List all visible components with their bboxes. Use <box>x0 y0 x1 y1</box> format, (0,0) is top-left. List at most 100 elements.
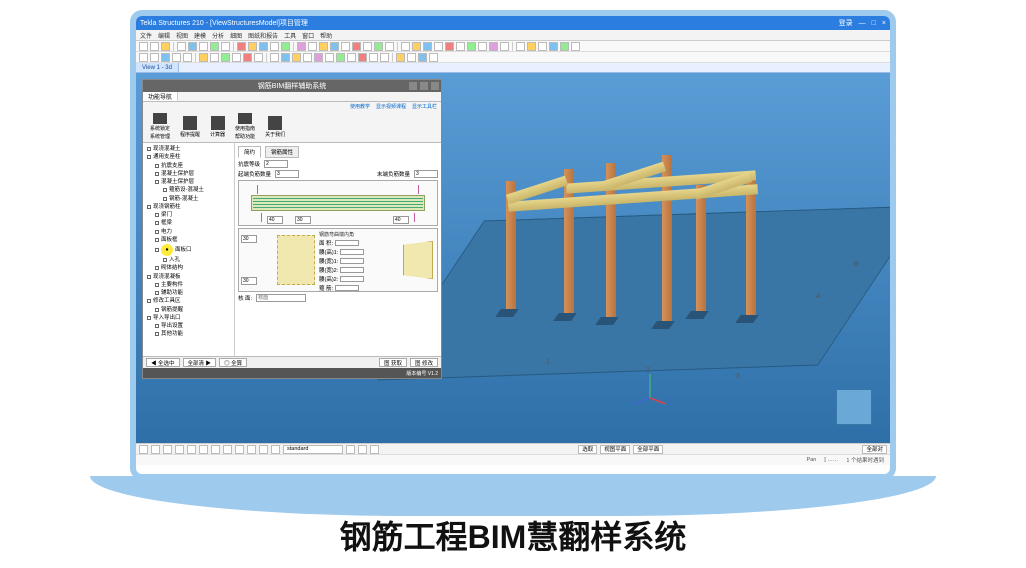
menu-help[interactable]: 帮助 <box>320 31 332 40</box>
tree-node[interactable]: 主要构件 <box>145 281 232 289</box>
tool-btn[interactable] <box>325 53 334 62</box>
btn-calcall[interactable]: ◎ 全算 <box>219 358 247 367</box>
tool-btn[interactable] <box>363 42 372 51</box>
menu-tool[interactable]: 工具 <box>284 31 296 40</box>
menu-detail[interactable]: 细图 <box>230 31 242 40</box>
sb-icon[interactable] <box>187 445 196 454</box>
btn-select[interactable]: 选取 <box>578 445 597 454</box>
tool-btn[interactable] <box>254 53 263 62</box>
sb-icon[interactable] <box>151 445 160 454</box>
tree-node[interactable]: 通用支座柱 <box>145 153 232 161</box>
btn-pick[interactable]: 图 获取 <box>379 358 407 367</box>
btn-clearall[interactable]: 全部清 ▶ <box>183 358 217 367</box>
tool-btn[interactable] <box>429 53 438 62</box>
tool-btn[interactable] <box>407 53 416 62</box>
combo-standard[interactable]: standard <box>283 445 343 454</box>
tool-btn[interactable] <box>352 42 361 51</box>
tool-btn[interactable] <box>358 53 367 62</box>
tool-btn[interactable] <box>418 53 427 62</box>
btn-allpair[interactable]: 全部对 <box>862 445 887 454</box>
tree-node[interactable]: 现浇混凝板 <box>145 273 232 281</box>
tool-btn[interactable] <box>259 42 268 51</box>
ribbon-lock[interactable]: 系统锁定系统管理 <box>147 113 173 140</box>
panel-tree[interactable]: 现浇混凝土通用支座柱抗震支座混凝土保护层混凝土保护层箍筋设-混凝土钢筋-混凝土现… <box>143 143 235 356</box>
sb-icon[interactable] <box>259 445 268 454</box>
tool-btn[interactable] <box>161 53 170 62</box>
window-titlebar[interactable]: Tekla Structures 210 - [ViewStructuresMo… <box>136 16 890 30</box>
dim-d4[interactable] <box>241 235 257 243</box>
tool-btn[interactable] <box>374 42 383 51</box>
tool-btn[interactable] <box>538 42 547 51</box>
tool-btn[interactable] <box>401 42 410 51</box>
btn-modify[interactable]: 图 修改 <box>410 358 438 367</box>
user-label[interactable]: 登录 <box>839 18 853 28</box>
tool-btn[interactable] <box>270 42 279 51</box>
tool-btn[interactable] <box>396 53 405 62</box>
tool-btn[interactable] <box>380 53 389 62</box>
tool-btn[interactable] <box>183 53 192 62</box>
btn-selectall[interactable]: ◀ 全选中 <box>146 358 180 367</box>
tool-btn[interactable] <box>456 42 465 51</box>
menu-window[interactable]: 窗口 <box>302 31 314 40</box>
tool-btn[interactable] <box>445 42 454 51</box>
param-input[interactable] <box>340 267 364 273</box>
tree-node[interactable]: 辅助功能 <box>145 289 232 297</box>
param-input[interactable] <box>340 249 364 255</box>
tool-btn[interactable] <box>232 53 241 62</box>
sb-icon[interactable] <box>223 445 232 454</box>
tool-btn[interactable] <box>243 53 252 62</box>
tool-btn[interactable] <box>161 42 170 51</box>
tool-btn[interactable] <box>500 42 509 51</box>
tree-node[interactable]: 修改工具区 <box>145 297 232 305</box>
tool-btn[interactable] <box>319 42 328 51</box>
tool-btn[interactable] <box>336 53 345 62</box>
tool-btn[interactable] <box>308 42 317 51</box>
menu-model[interactable]: 建模 <box>194 31 206 40</box>
tool-btn[interactable] <box>314 53 323 62</box>
btn-viewplane[interactable]: 视图平面 <box>600 445 630 454</box>
viewcube[interactable] <box>836 389 872 425</box>
sb-icon[interactable] <box>235 445 244 454</box>
sb-icon[interactable] <box>211 445 220 454</box>
tool-btn[interactable] <box>297 42 306 51</box>
min-icon[interactable]: — <box>859 20 866 27</box>
input-startbars[interactable] <box>275 170 299 178</box>
tree-node[interactable]: 钢筋-混凝土 <box>145 195 232 203</box>
tree-node[interactable]: 导出设置 <box>145 322 232 330</box>
tool-btn[interactable] <box>177 42 186 51</box>
panel-tab-nav[interactable]: 功能导航 <box>143 92 178 101</box>
tool-btn[interactable] <box>560 42 569 51</box>
dim-d2[interactable] <box>295 216 311 224</box>
dim-d5[interactable] <box>241 277 257 285</box>
tool-btn[interactable] <box>150 42 159 51</box>
tool-btn[interactable] <box>341 42 350 51</box>
help-toolbar[interactable]: 显示工具栏 <box>412 103 437 110</box>
panel-min-icon[interactable] <box>409 82 417 90</box>
tool-btn[interactable] <box>303 53 312 62</box>
param-input[interactable] <box>340 276 364 282</box>
sb-icon[interactable] <box>346 445 355 454</box>
menu-edit[interactable]: 编辑 <box>158 31 170 40</box>
tree-node[interactable]: 电力 <box>145 228 232 236</box>
max-icon[interactable]: □ <box>872 20 876 27</box>
tree-node[interactable]: 其他功能 <box>145 330 232 338</box>
subtab-simple[interactable]: 简约 <box>238 146 261 158</box>
ribbon-about[interactable]: 关于我们 <box>262 113 288 140</box>
tree-node[interactable]: 砌体结构 <box>145 264 232 272</box>
tool-btn[interactable] <box>516 42 525 51</box>
tool-btn[interactable] <box>199 42 208 51</box>
axis-gizmo[interactable] <box>630 368 670 408</box>
tree-node[interactable]: 框梁 <box>145 219 232 227</box>
param-input[interactable] <box>335 285 359 291</box>
ribbon-guide[interactable]: 使用指南帮助功能 <box>232 113 258 140</box>
param-input[interactable] <box>335 240 359 246</box>
tree-node[interactable]: 面板框 <box>145 236 232 244</box>
tool-btn[interactable] <box>210 42 219 51</box>
tool-btn[interactable] <box>423 42 432 51</box>
tree-node[interactable]: ●面板口 <box>145 244 232 256</box>
3d-viewport[interactable]: 1 2 3 A B 钢筋BIM翻样辅助系统 功能导航 <box>136 73 890 443</box>
tool-btn[interactable] <box>210 53 219 62</box>
close-icon[interactable]: × <box>882 20 886 27</box>
tool-btn[interactable] <box>412 42 421 51</box>
sb-icon[interactable] <box>163 445 172 454</box>
